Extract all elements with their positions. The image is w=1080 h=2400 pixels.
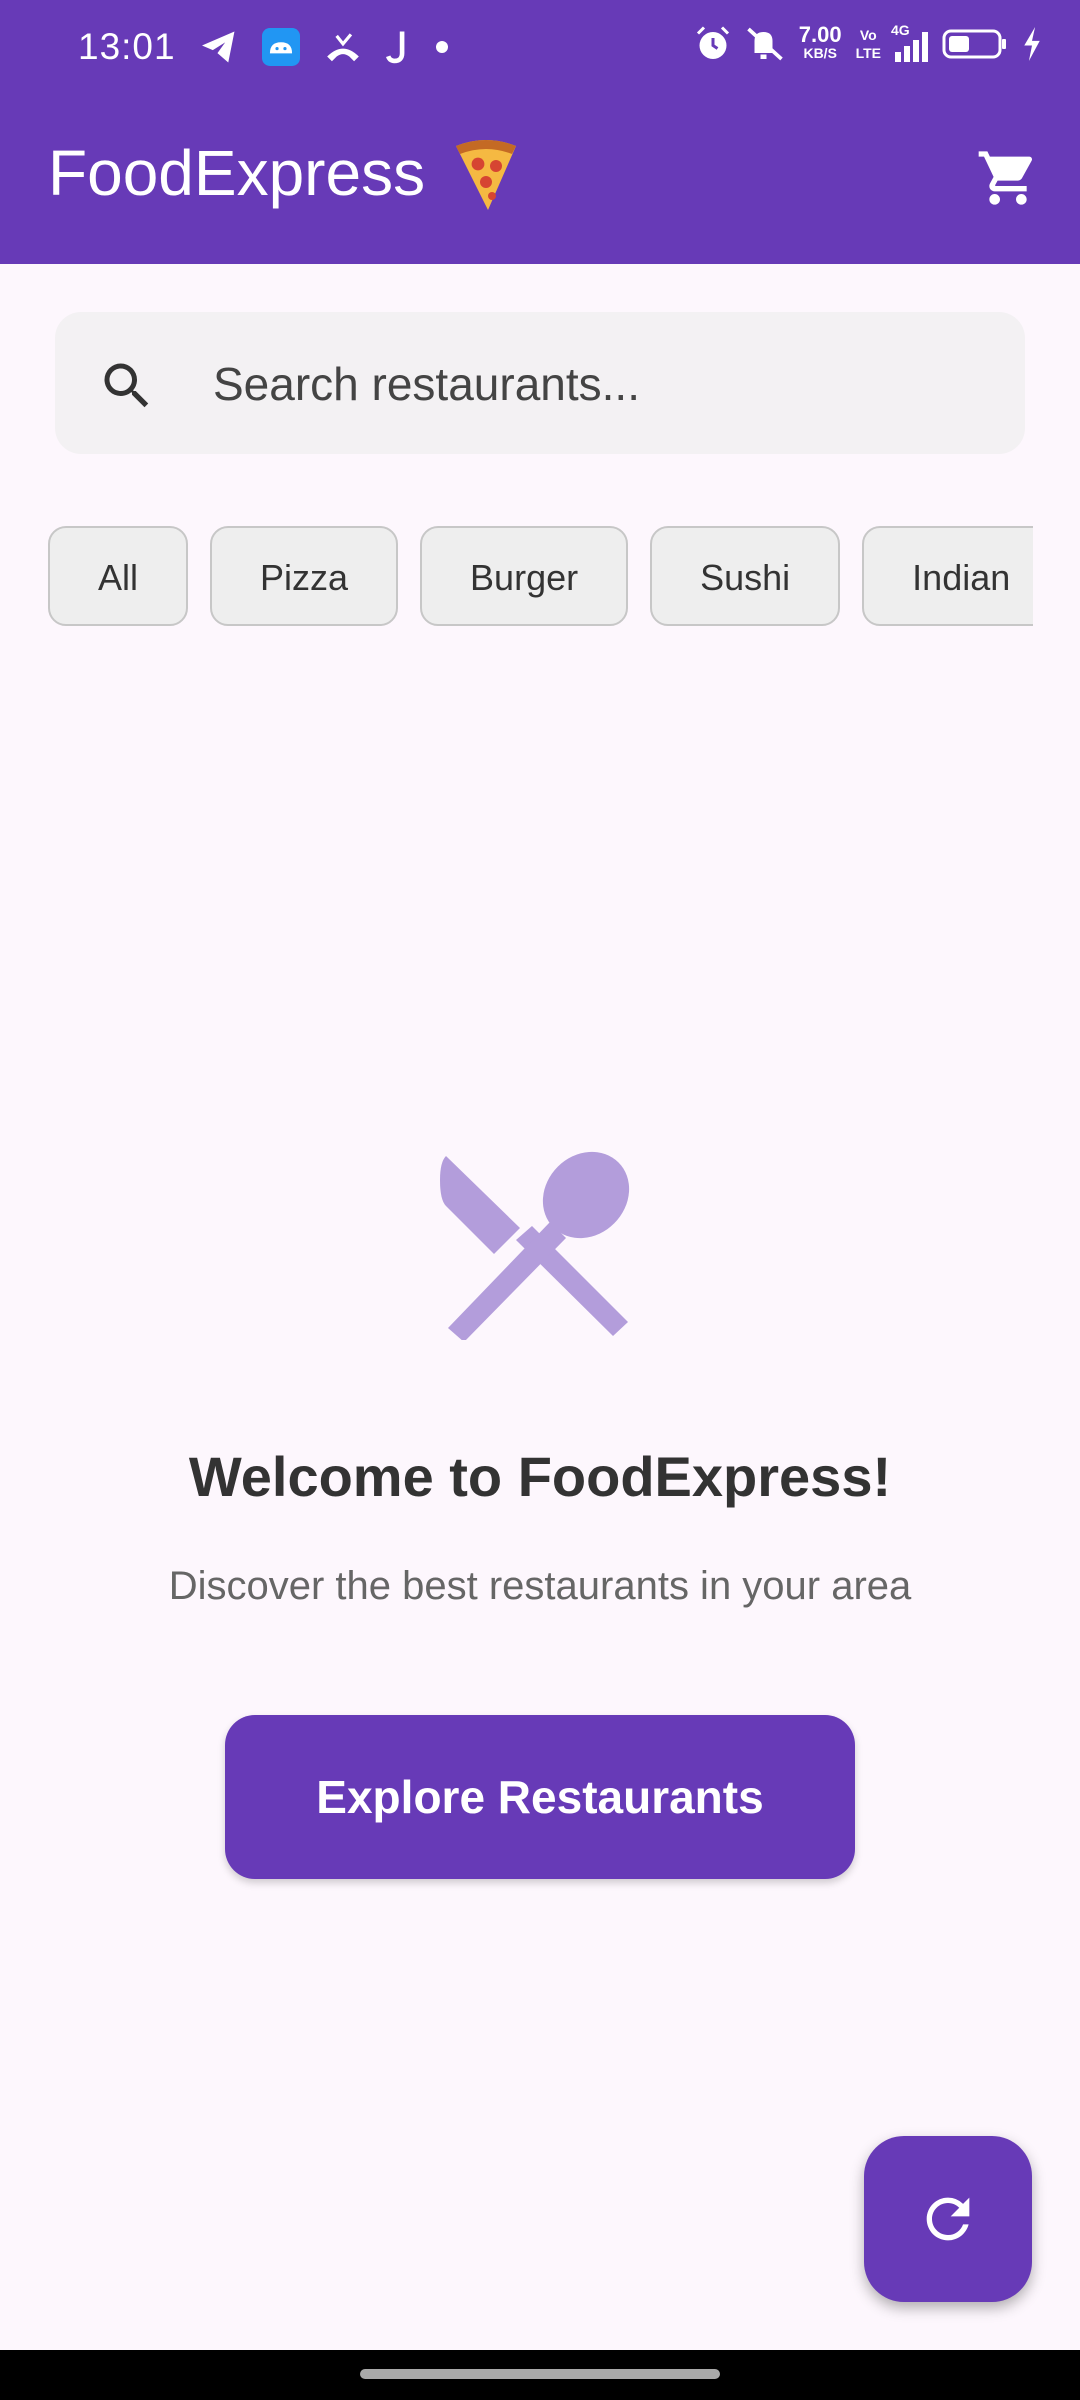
search-bar[interactable] <box>55 312 1025 454</box>
status-bar: 13:01 7.00 KB/S Vo LTE 4G <box>0 0 1080 96</box>
battery-icon <box>942 29 1006 59</box>
volte-indicator: Vo LTE <box>855 27 881 61</box>
search-input[interactable] <box>211 342 995 426</box>
alarm-icon <box>696 26 729 59</box>
category-chip-sushi[interactable]: Sushi <box>650 526 841 626</box>
shopping-cart-icon[interactable] <box>976 146 1040 210</box>
system-icons: 7.00 KB/S Vo LTE 4G <box>695 22 1042 62</box>
notification-icons <box>200 28 448 66</box>
welcome-heading: Welcome to FoodExpress! <box>188 1445 892 1508</box>
notification-dot-icon <box>436 41 448 53</box>
explore-restaurants-button[interactable]: Explore Restaurants <box>225 1715 855 1879</box>
refresh-fab[interactable] <box>864 2136 1032 2302</box>
missed-call-icon <box>327 33 359 62</box>
j-app-icon <box>386 31 405 64</box>
status-time: 13:01 <box>78 26 176 67</box>
pizza-icon <box>456 140 516 210</box>
system-nav-bar <box>0 2350 1080 2400</box>
category-chip-all[interactable]: All <box>48 526 189 626</box>
app-title: FoodExpress <box>48 137 426 209</box>
restaurant-utensils-icon <box>440 1151 630 1340</box>
refresh-icon <box>926 2197 970 2241</box>
category-chip-burger[interactable]: Burger <box>420 526 629 626</box>
charging-icon <box>1024 27 1040 61</box>
category-chip-indian[interactable]: Indian <box>862 526 1033 626</box>
welcome-subtitle: Discover the best restaurants in your ar… <box>168 1564 912 1608</box>
android-icon <box>262 28 300 66</box>
app-bar: FoodExpress <box>0 96 1080 264</box>
mute-icon <box>747 27 783 61</box>
app-screen: 13:01 7.00 KB/S Vo LTE 4G FoodExpress Se… <box>0 0 1080 2400</box>
telegram-icon <box>202 31 235 63</box>
category-chips: All Pizza Burger Sushi Indian <box>48 526 1033 632</box>
search-icon <box>104 363 149 408</box>
signal-icon: 4G <box>891 22 928 62</box>
home-indicator[interactable] <box>360 2369 720 2379</box>
category-chip-pizza[interactable]: Pizza <box>210 526 399 626</box>
network-speed: 7.00 KB/S <box>798 22 842 62</box>
